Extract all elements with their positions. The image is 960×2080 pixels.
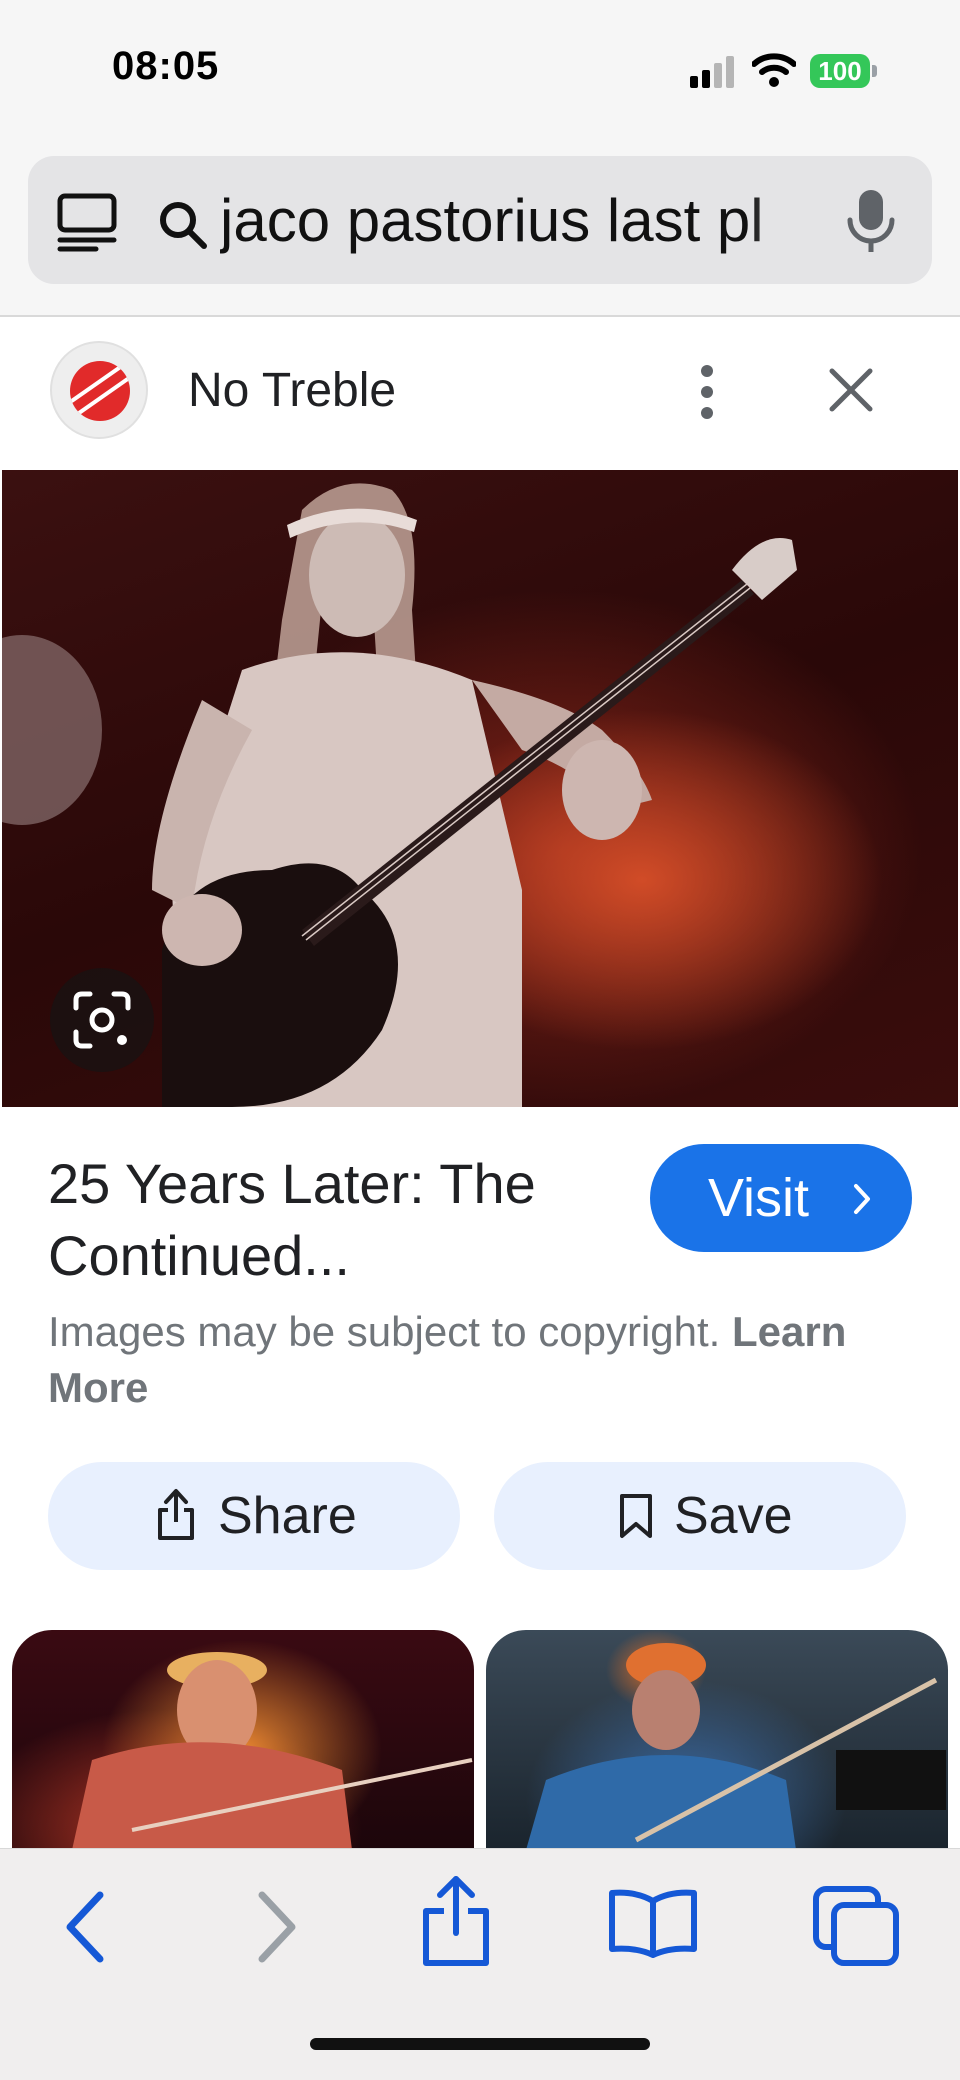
related-image-thumbnail[interactable] [486, 1630, 948, 1850]
wifi-icon [752, 53, 796, 87]
save-button[interactable]: Save [494, 1462, 906, 1570]
status-time: 08:05 [112, 44, 220, 88]
share-icon [158, 1489, 194, 1540]
address-bar-area: jaco pastorius last pl [0, 145, 960, 317]
source-header: No Treble [0, 317, 960, 469]
lens-button[interactable] [50, 968, 154, 1072]
result-title[interactable]: 25 Years Later: The Continued... [48, 1148, 608, 1292]
share-button[interactable]: Share [48, 1462, 460, 1570]
copyright-text: Images may be subject to copyright. [48, 1308, 721, 1355]
back-icon[interactable] [60, 1889, 110, 1965]
bookmark-icon [620, 1494, 652, 1538]
visit-label: Visit [708, 1168, 810, 1228]
address-bar[interactable]: jaco pastorius last pl [28, 156, 932, 284]
source-logo [50, 341, 148, 439]
lens-search-icon [73, 991, 131, 1049]
close-icon[interactable] [826, 365, 876, 415]
search-icon [160, 202, 207, 249]
battery-level: 100 [810, 54, 870, 88]
signal-icon [690, 56, 734, 88]
copyright-notice: Images may be subject to copyright. Lear… [48, 1304, 928, 1416]
status-bar: 08:05 100 [0, 0, 960, 145]
home-indicator [310, 2038, 650, 2050]
more-options-icon[interactable] [692, 363, 722, 421]
related-image-thumbnail[interactable] [12, 1630, 474, 1850]
battery-icon: 100 [810, 54, 878, 88]
save-label: Save [674, 1487, 793, 1545]
source-name[interactable]: No Treble [188, 363, 396, 418]
tabs-icon[interactable] [812, 1885, 902, 1969]
share-icon[interactable] [418, 1873, 494, 1969]
forward-icon[interactable] [252, 1889, 302, 1965]
bookmarks-icon[interactable] [606, 1887, 700, 1959]
search-query[interactable]: jaco pastorius last pl [220, 186, 840, 256]
microphone-icon[interactable] [846, 188, 896, 256]
chevron-right-icon [854, 1184, 870, 1214]
result-image[interactable] [2, 470, 958, 1107]
visit-button[interactable]: Visit [650, 1144, 912, 1252]
tabs-overview-icon[interactable] [56, 192, 118, 252]
share-label: Share [218, 1487, 357, 1545]
